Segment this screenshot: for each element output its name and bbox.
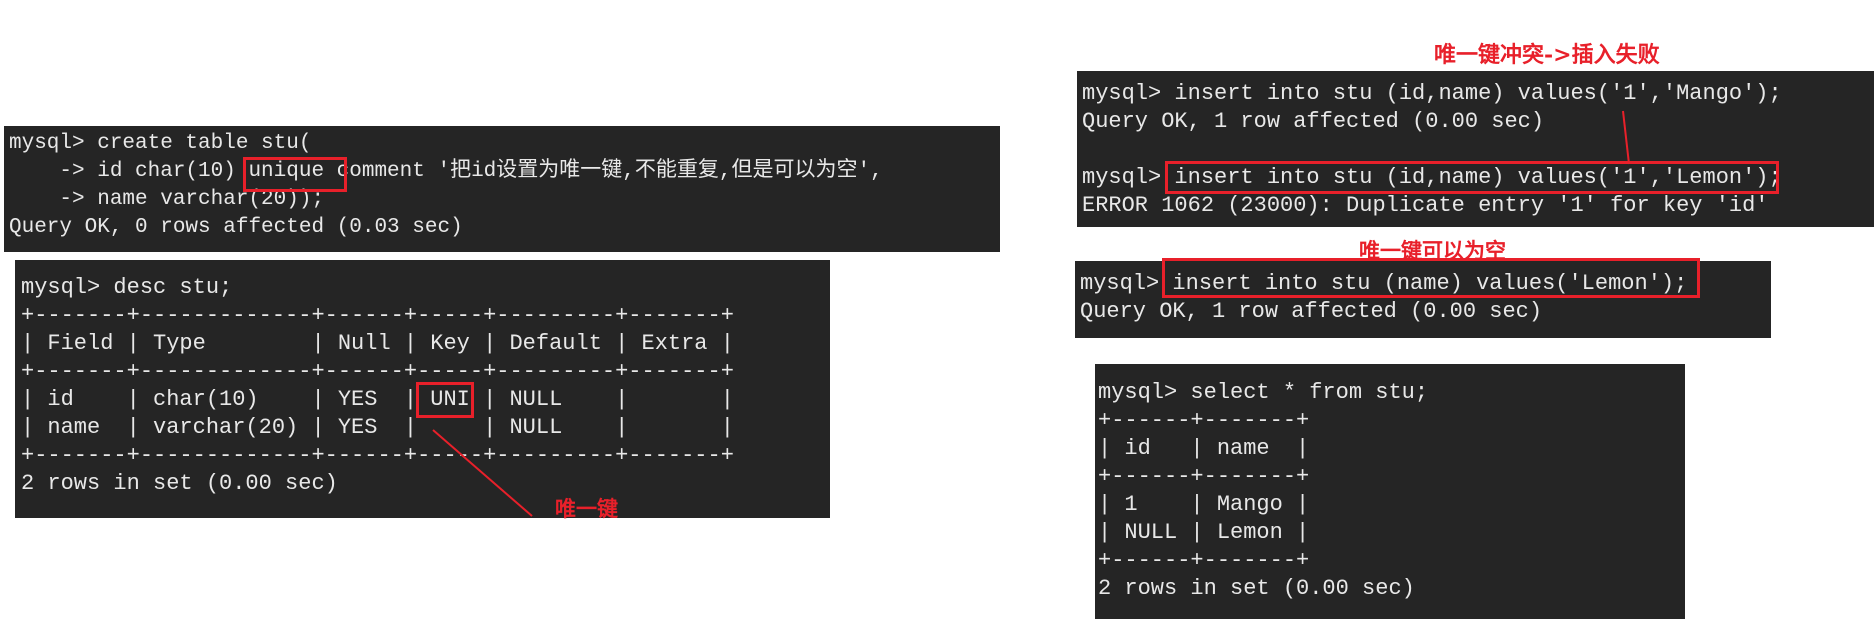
conflict-pointer-line: [1622, 110, 1630, 165]
annotation-arrows: [432, 110, 1630, 517]
uni-pointer-line: [432, 429, 533, 517]
